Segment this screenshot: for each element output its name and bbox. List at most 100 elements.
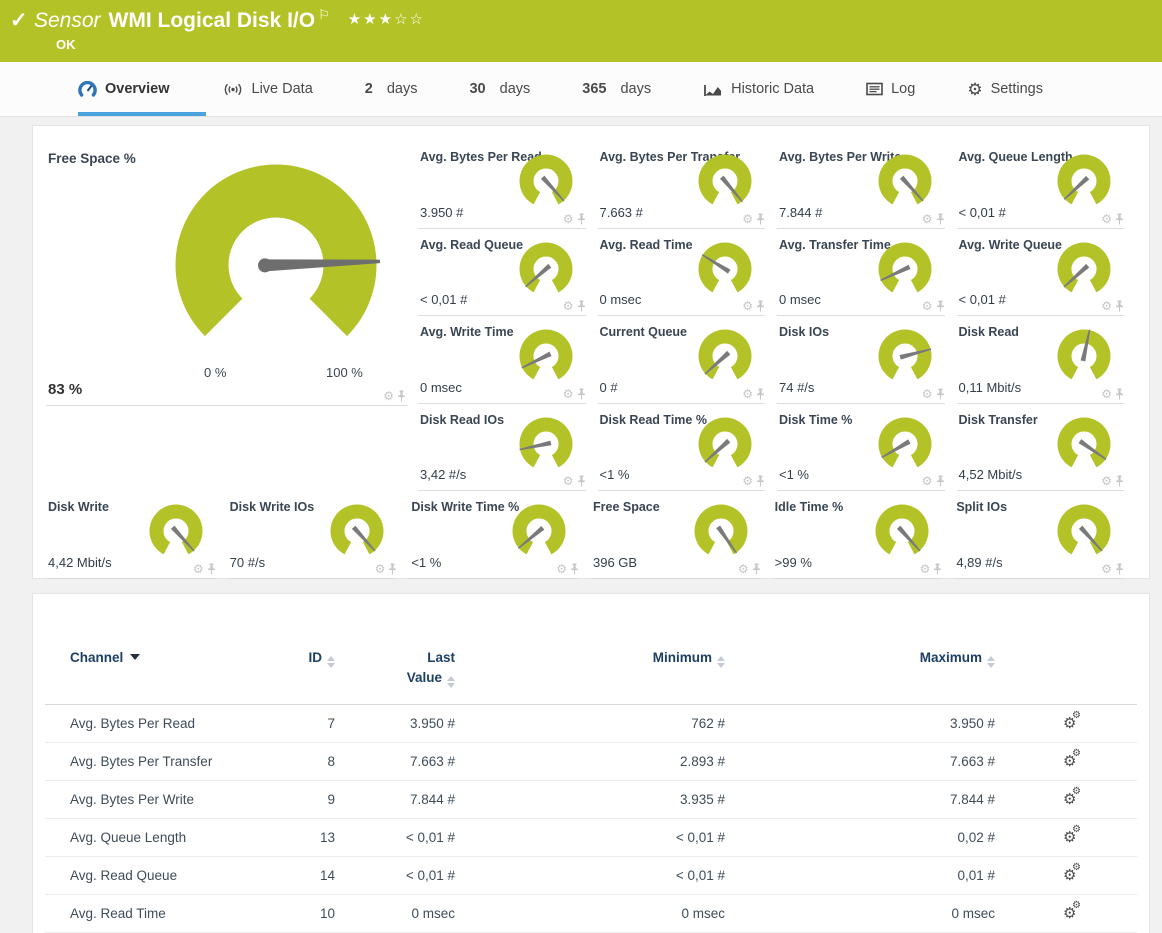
pin-icon[interactable] (1115, 388, 1124, 400)
gauge-dial (872, 503, 932, 561)
gear-icon: ⚙ (967, 81, 982, 98)
gear-icon[interactable]: ⚙ (922, 388, 933, 400)
pin-icon[interactable] (1115, 213, 1124, 225)
channel-last-value: 7.663 # (335, 742, 455, 780)
tab-2-days[interactable]: 2 days (365, 81, 418, 97)
pin-icon[interactable] (752, 563, 761, 575)
channel-settings-icon[interactable]: ⚙⚙ (1063, 716, 1076, 731)
gauge-row-bottom: Disk Write 4,42 Mbit/s ⚙ Disk Write IOs … (46, 491, 1136, 579)
pin-icon[interactable] (936, 475, 945, 487)
pin-icon[interactable] (936, 300, 945, 312)
gauge-dial (691, 503, 751, 561)
table-row: Avg. Read Time 10 0 msec 0 msec 0 msec ⚙… (45, 894, 1137, 932)
channel-settings-icon[interactable]: ⚙⚙ (1063, 906, 1076, 921)
channel-table-panel: Channel ID Last Value Minimum Maximum Av… (32, 593, 1150, 933)
pin-icon[interactable] (1115, 475, 1124, 487)
channel-name: Avg. Read Time (45, 894, 275, 932)
gear-icon[interactable]: ⚙ (556, 563, 567, 575)
column-header-last-value[interactable]: Last Value (335, 636, 455, 704)
gauge-label: Avg. Write Queue (959, 238, 1063, 252)
tab-historic-data[interactable]: Historic Data (703, 81, 814, 97)
gear-icon[interactable]: ⚙ (563, 300, 574, 312)
channel-last-value: < 0,01 # (335, 818, 455, 856)
gear-icon[interactable]: ⚙ (922, 300, 933, 312)
priority-stars[interactable]: ★★★☆☆ (348, 11, 425, 28)
gauge-icon (78, 81, 97, 97)
gauge-value: 0 msec (600, 292, 642, 307)
gauges-overview-panel: Free Space % 0 % 100 % 83 % ⚙ Avg. Bytes (32, 125, 1150, 579)
channel-settings-icon[interactable]: ⚙⚙ (1063, 792, 1076, 807)
pin-icon[interactable] (570, 563, 579, 575)
gauge-label: Disk Write (48, 500, 109, 514)
table-row: Avg. Bytes Per Transfer 8 7.663 # 2.893 … (45, 742, 1137, 780)
pin-icon[interactable] (1115, 563, 1124, 575)
gauge-value: >99 % (775, 555, 812, 570)
gauge-cell: Disk Write Time % <1 % ⚙ (409, 491, 591, 579)
pin-icon[interactable] (936, 388, 945, 400)
tab-label: days (620, 81, 651, 97)
pin-icon[interactable] (397, 390, 406, 402)
pin-icon[interactable] (936, 213, 945, 225)
channel-maximum: 7.844 # (725, 780, 995, 818)
gear-icon[interactable]: ⚙ (742, 300, 753, 312)
gear-icon[interactable]: ⚙ (193, 563, 204, 575)
column-header-id[interactable]: ID (275, 636, 335, 704)
pin-icon[interactable] (577, 213, 586, 225)
pin-icon[interactable] (207, 563, 216, 575)
gear-icon[interactable]: ⚙ (742, 475, 753, 487)
pin-icon[interactable] (756, 388, 765, 400)
gear-icon[interactable]: ⚙ (1101, 300, 1112, 312)
gear-icon[interactable]: ⚙ (383, 390, 394, 402)
gauge-value: 74 #/s (779, 380, 814, 395)
gear-icon[interactable]: ⚙ (742, 213, 753, 225)
tab-live-data[interactable]: Live Data (222, 81, 313, 97)
gear-icon[interactable]: ⚙ (563, 388, 574, 400)
gauge-cell: Disk Write IOs 70 #/s ⚙ (228, 491, 410, 579)
channel-minimum: 2.893 # (455, 742, 725, 780)
pin-icon[interactable] (756, 475, 765, 487)
gear-icon[interactable]: ⚙ (1101, 563, 1112, 575)
gauge-value: 3.950 # (420, 205, 463, 220)
pin-icon[interactable] (577, 475, 586, 487)
gear-icon[interactable]: ⚙ (920, 563, 931, 575)
tab-log[interactable]: Log (866, 81, 915, 97)
gear-icon[interactable]: ⚙ (1101, 213, 1112, 225)
tab-settings[interactable]: ⚙ Settings (967, 81, 1043, 98)
gauge-cell: Disk Transfer 4,52 Mbit/s ⚙ (957, 404, 1137, 492)
gear-icon[interactable]: ⚙ (375, 563, 386, 575)
tab-30-days[interactable]: 30 days (469, 81, 530, 97)
gauge-label: Disk Read (959, 325, 1019, 339)
pin-icon[interactable] (388, 563, 397, 575)
pin-icon[interactable] (756, 213, 765, 225)
column-header-channel[interactable]: Channel (45, 636, 275, 704)
gear-icon[interactable]: ⚙ (738, 563, 749, 575)
tab-label: Overview (105, 81, 170, 97)
tab-overview[interactable]: Overview (78, 81, 170, 97)
flag-icon[interactable]: ⚐ (318, 7, 330, 22)
gauge-value: <1 % (779, 467, 809, 482)
gear-icon[interactable]: ⚙ (922, 213, 933, 225)
gear-icon[interactable]: ⚙ (563, 213, 574, 225)
gauge-label: Free Space % (48, 151, 136, 166)
column-header-minimum[interactable]: Minimum (455, 636, 725, 704)
channel-settings-icon[interactable]: ⚙⚙ (1063, 830, 1076, 845)
pin-icon[interactable] (577, 388, 586, 400)
channel-last-value: 0 msec (335, 894, 455, 932)
pin-icon[interactable] (1115, 300, 1124, 312)
gear-icon[interactable]: ⚙ (742, 388, 753, 400)
gear-icon[interactable]: ⚙ (1101, 388, 1112, 400)
gear-icon[interactable]: ⚙ (922, 475, 933, 487)
gauge-label: Disk Write Time % (411, 500, 519, 514)
column-header-maximum[interactable]: Maximum (725, 636, 995, 704)
gauge-value: 83 % (48, 381, 82, 398)
gear-icon[interactable]: ⚙ (1101, 475, 1112, 487)
channel-settings-icon[interactable]: ⚙⚙ (1063, 754, 1076, 769)
gauge-dial (516, 153, 576, 211)
pin-icon[interactable] (756, 300, 765, 312)
pin-icon[interactable] (933, 563, 942, 575)
tab-365-days[interactable]: 365 days (582, 81, 651, 97)
stars-empty: ☆☆ (394, 11, 425, 28)
channel-settings-icon[interactable]: ⚙⚙ (1063, 868, 1076, 883)
pin-icon[interactable] (577, 300, 586, 312)
gear-icon[interactable]: ⚙ (563, 475, 574, 487)
